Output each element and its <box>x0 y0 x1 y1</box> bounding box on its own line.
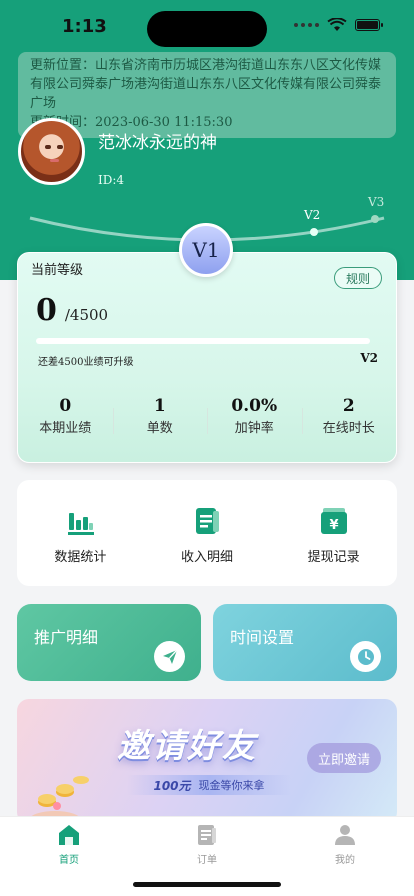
menu-label: 数据统计 <box>54 550 107 565</box>
menu-income-details[interactable]: 收入明细 <box>144 480 271 586</box>
score-value: 0 <box>36 293 57 328</box>
level-card: 当前等级 规则 0 /4500 还差4500业绩可升级 V2 0 本期业绩 1 … <box>17 252 397 463</box>
next-level: V2 <box>360 351 378 365</box>
paper-plane-icon <box>154 641 185 672</box>
svg-text:¥: ¥ <box>329 518 338 533</box>
location-text: 更新位置：山东省济南市历城区港沟街道山东东八区文化传媒有限公司舜泰广场港沟街道山… <box>30 58 382 111</box>
status-bar: 1:13 <box>0 0 414 52</box>
score-total: /4500 <box>64 306 109 324</box>
avatar[interactable] <box>18 118 85 185</box>
clock-icon <box>350 641 381 672</box>
stat-value: 1 <box>153 396 166 416</box>
tab-home[interactable]: 首页 <box>0 817 138 896</box>
stat-extension-rate: 0.0% 加钟率 <box>207 396 302 436</box>
stat-value: 2 <box>342 396 355 416</box>
stat-label: 本期业绩 <box>39 421 92 436</box>
dynamic-island <box>147 11 267 47</box>
menu-label: 提现记录 <box>307 550 360 565</box>
level-node-v2 <box>310 228 318 236</box>
tab-label: 首页 <box>59 855 79 866</box>
stat-value: 0 <box>59 396 72 416</box>
stat-online-duration: 2 在线时长 <box>301 396 397 436</box>
profile-id: ID:4 <box>98 173 125 187</box>
tile-label: 时间设置 <box>230 628 295 647</box>
document-icon <box>196 508 219 534</box>
time-settings-tile[interactable]: 时间设置 <box>213 604 397 681</box>
banner-title: 邀请好友 <box>117 726 257 765</box>
tab-label: 订单 <box>197 855 217 866</box>
signal-icon <box>294 23 319 27</box>
menu-label: 收入明细 <box>181 550 234 565</box>
stat-order-count: 1 单数 <box>112 396 208 436</box>
battery-icon <box>355 19 383 31</box>
invite-now-button[interactable]: 立即邀请 <box>307 743 381 773</box>
stats-row: 0 本期业绩 1 单数 0.0% 加钟率 2 在线时长 <box>18 396 396 436</box>
progress-bar <box>36 338 370 344</box>
banner-subtitle: 100元 现金等你来拿 <box>127 775 291 795</box>
coins-illustration <box>29 776 89 824</box>
order-icon <box>198 825 216 845</box>
profile-name: 范冰冰永远的神 <box>98 133 217 153</box>
promotion-details-tile[interactable]: 推广明细 <box>17 604 201 681</box>
stat-label: 在线时长 <box>322 421 375 436</box>
score: 0 /4500 <box>36 293 108 328</box>
tab-profile[interactable]: 我的 <box>276 817 414 896</box>
status-time: 1:13 <box>62 16 107 37</box>
bar-chart-icon <box>68 513 95 535</box>
menu-data-statistics[interactable]: 数据统计 <box>17 480 144 586</box>
menu-withdraw-records[interactable]: ¥ 提现记录 <box>270 480 397 586</box>
level-label-v3: V3 <box>368 195 385 209</box>
profile-icon <box>335 825 355 845</box>
stat-period-performance: 0 本期业绩 <box>18 396 113 436</box>
wallet-yen-icon: ¥ <box>320 508 347 534</box>
profile-section: 范冰冰永远的神 ID:4 <box>18 118 217 187</box>
stat-label: 加钟率 <box>234 421 274 436</box>
banner-amount: 100元 <box>153 778 191 793</box>
invite-banner[interactable]: 邀请好友 100元 现金等你来拿 立即邀请 <box>17 699 397 824</box>
home-indicator <box>133 882 281 887</box>
upgrade-hint: 还差4500业绩可升级 <box>38 357 134 368</box>
rules-button[interactable]: 规则 <box>334 267 382 289</box>
home-icon <box>59 825 79 845</box>
banner-subtitle-text: 现金等你来拿 <box>198 779 265 792</box>
tab-label: 我的 <box>335 855 355 866</box>
level-card-title: 当前等级 <box>31 263 84 278</box>
menu-card: 数据统计 收入明细 ¥ 提现记录 <box>17 480 397 586</box>
tile-label: 推广明细 <box>34 628 99 647</box>
stat-label: 单数 <box>146 421 173 436</box>
level-node-v3 <box>371 215 379 223</box>
wifi-icon <box>327 18 347 31</box>
level-label-v2: V2 <box>304 208 321 222</box>
stat-value: 0.0% <box>231 396 278 416</box>
current-level-badge: V1 <box>179 223 233 277</box>
